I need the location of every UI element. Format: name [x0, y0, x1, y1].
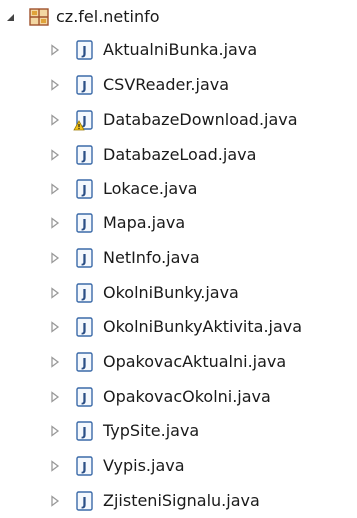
tree-item-file[interactable]: J Mapa.java [0, 206, 357, 240]
java-file-icon: J [73, 455, 95, 477]
tree-item-file[interactable]: J DatabazeLoad.java [0, 138, 357, 172]
svg-text:J: J [81, 356, 86, 370]
package-icon [28, 6, 50, 28]
file-label: CSVReader.java [103, 75, 230, 94]
file-label: OpakovacAktualni.java [103, 352, 287, 371]
svg-text:J: J [81, 495, 86, 509]
svg-text:J: J [81, 217, 86, 231]
java-file-warning-icon: J [73, 109, 95, 131]
java-file-icon: J [73, 282, 95, 304]
collapsed-triangle-icon[interactable] [49, 460, 61, 472]
tree-item-file[interactable]: J NetInfo.java [0, 241, 357, 275]
file-label: Vypis.java [103, 456, 185, 475]
collapsed-triangle-icon[interactable] [49, 425, 61, 437]
file-label: Mapa.java [103, 213, 186, 232]
java-file-icon: J [73, 316, 95, 338]
java-file-icon: J [73, 386, 95, 408]
package-explorer-tree: cz.fel.netinfo J AktualniBunka.java J CSVRe… [0, 0, 357, 511]
java-file-icon: J [73, 178, 95, 200]
collapsed-triangle-icon[interactable] [49, 391, 61, 403]
collapsed-triangle-icon[interactable] [49, 321, 61, 333]
file-label: TypSite.java [103, 421, 200, 440]
java-file-icon: J [73, 420, 95, 442]
file-label: OkolniBunky.java [103, 283, 239, 302]
tree-item-package[interactable]: cz.fel.netinfo [0, 0, 357, 34]
collapsed-triangle-icon[interactable] [49, 114, 61, 126]
file-label: DatabazeLoad.java [103, 145, 257, 164]
collapsed-triangle-icon[interactable] [49, 356, 61, 368]
file-label: NetInfo.java [103, 248, 200, 267]
expanded-triangle-icon[interactable] [4, 11, 16, 23]
java-file-icon: J [73, 39, 95, 61]
java-file-icon: J [73, 212, 95, 234]
collapsed-triangle-icon[interactable] [49, 149, 61, 161]
package-label: cz.fel.netinfo [56, 7, 160, 26]
file-label: Lokace.java [103, 179, 198, 198]
svg-text:J: J [81, 460, 86, 474]
tree-item-file[interactable]: J AktualniBunka.java [0, 33, 357, 67]
collapsed-triangle-icon[interactable] [49, 217, 61, 229]
java-file-icon: J [73, 490, 95, 512]
svg-text:J: J [81, 252, 86, 266]
tree-item-file[interactable]: J Lokace.java [0, 172, 357, 206]
file-label: ZjisteniSignalu.java [103, 491, 260, 510]
collapsed-triangle-icon[interactable] [49, 495, 61, 507]
svg-text:J: J [81, 391, 86, 405]
tree-item-file[interactable]: J OkolniBunky.java [0, 276, 357, 310]
tree-item-file[interactable]: J OpakovacOkolni.java [0, 380, 357, 414]
file-label: OpakovacOkolni.java [103, 387, 271, 406]
tree-item-file[interactable]: J OpakovacAktualni.java [0, 345, 357, 379]
svg-text:J: J [81, 425, 86, 439]
svg-text:J: J [81, 44, 86, 58]
file-label: AktualniBunka.java [103, 40, 258, 59]
collapsed-triangle-icon[interactable] [49, 252, 61, 264]
file-label: DatabazeDownload.java [103, 110, 298, 129]
svg-text:J: J [81, 183, 86, 197]
java-file-icon: J [73, 144, 95, 166]
tree-item-file[interactable]: J OkolniBunkyAktivita.java [0, 310, 357, 344]
svg-text:J: J [81, 149, 86, 163]
collapsed-triangle-icon[interactable] [49, 287, 61, 299]
collapsed-triangle-icon[interactable] [49, 183, 61, 195]
tree-item-file[interactable]: J Vypis.java [0, 449, 357, 483]
collapsed-triangle-icon[interactable] [49, 79, 61, 91]
tree-item-file[interactable]: J CSVReader.java [0, 68, 357, 102]
file-label: OkolniBunkyAktivita.java [103, 317, 303, 336]
tree-item-file[interactable]: J DatabazeDownload.java [0, 103, 357, 137]
java-file-icon: J [73, 351, 95, 373]
tree-item-file[interactable]: J ZjisteniSignalu.java [0, 484, 357, 518]
java-file-icon: J [73, 74, 95, 96]
collapsed-triangle-icon[interactable] [49, 44, 61, 56]
svg-text:J: J [81, 321, 86, 335]
svg-text:J: J [81, 79, 86, 93]
java-file-icon: J [73, 247, 95, 269]
svg-text:J: J [81, 287, 86, 301]
tree-item-file[interactable]: J TypSite.java [0, 414, 357, 448]
